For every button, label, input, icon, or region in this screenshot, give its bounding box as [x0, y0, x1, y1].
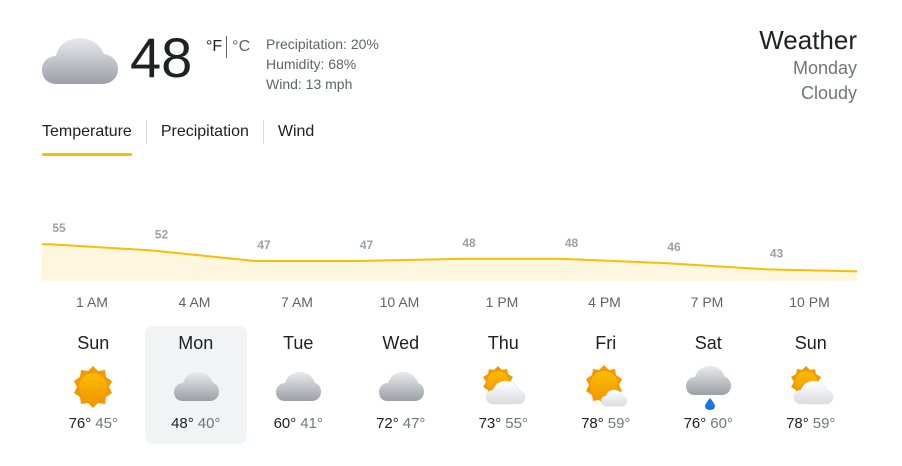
forecast-temps: 78° 59°	[760, 414, 863, 434]
temperature-point-label: 47	[360, 238, 374, 252]
tab-divider	[145, 120, 147, 144]
hour-label: 1 AM	[76, 294, 108, 310]
temperature-point-label: 52	[155, 228, 169, 242]
hour-label: 1 PM	[485, 294, 519, 310]
tab-temperature[interactable]: Temperature	[42, 118, 132, 156]
tab-divider	[262, 120, 264, 144]
forecast-temps: 76° 60°	[657, 414, 760, 434]
forecast-day-name: Wed	[382, 333, 420, 353]
chart-tabs: Temperature Precipitation Wind	[42, 118, 314, 156]
forecast-day-sat[interactable]: Sat 76° 60°	[657, 326, 760, 444]
high-temp: 48°	[171, 415, 194, 432]
hour-label: 10 AM	[379, 294, 420, 310]
current-weather-cloudy-icon	[42, 34, 118, 86]
weather-title: Weather	[759, 25, 857, 55]
forecast-day-name: Sat	[694, 333, 722, 353]
weather-details: Precipitation: 20% Humidity: 68% Wind: 1…	[266, 34, 379, 94]
low-temp: 47°	[402, 415, 426, 432]
hour-label: 4 AM	[178, 294, 211, 310]
forecast-day-wed[interactable]: Wed 72° 47°	[350, 326, 453, 444]
forecast-day-name: Sun	[77, 333, 110, 353]
unit-fahrenheit-button[interactable]: °F	[206, 38, 222, 56]
partly-cloudy-icon	[480, 364, 526, 410]
unit-switcher: °F °C	[206, 36, 250, 58]
low-temp: 55°	[505, 415, 528, 432]
high-temp: 73°	[478, 415, 502, 432]
forecast-day-name: Tue	[283, 333, 314, 353]
weather-day: Monday	[792, 58, 857, 78]
partly-cloudy-icon	[788, 364, 834, 410]
forecast-day-name: Sun	[794, 333, 827, 353]
cloudy-icon	[275, 364, 322, 410]
weather-condition: Cloudy	[800, 83, 857, 103]
high-temp: 76°	[683, 415, 707, 432]
mostly-sunny-icon	[583, 364, 629, 410]
hour-label: 7 PM	[690, 294, 724, 310]
unit-celsius-button[interactable]: °C	[232, 38, 250, 56]
temperature-point-label: 48	[462, 236, 476, 250]
forecast-temps: 73° 55°	[452, 414, 555, 434]
daily-forecast: Sun 76° 45° Mon 48° 40° Tue 60° 41° Wed 72° 47° Thu 7…	[42, 326, 862, 444]
tab-precipitation[interactable]: Precipitation	[161, 118, 249, 156]
forecast-day-fri[interactable]: Fri 78° 59°	[555, 326, 658, 444]
low-temp: 59°	[607, 415, 631, 432]
temperature-point-label: 47	[257, 238, 271, 252]
high-temp: 60°	[273, 415, 297, 432]
unit-divider	[226, 36, 228, 58]
forecast-temps: 48° 40°	[145, 414, 248, 434]
hour-axis: 1 AM 4 AM 7 AM 10 AM 1 PM 4 PM 7 PM 10 PM	[42, 294, 857, 314]
humidity-detail: Humidity: 68%	[266, 56, 357, 72]
rain-icon	[685, 364, 732, 410]
forecast-day-tue[interactable]: Tue 60° 41°	[247, 326, 350, 444]
wind-detail: Wind: 13 mph	[266, 76, 353, 92]
forecast-day-mon[interactable]: Mon 48° 40°	[144, 326, 248, 444]
low-temp: 60°	[710, 415, 733, 432]
high-temp: 78°	[581, 415, 604, 432]
temperature-point-label: 43	[770, 246, 784, 260]
forecast-temps: 60° 41°	[247, 414, 350, 434]
sunny-icon	[70, 364, 116, 410]
current-temperature: 48	[130, 26, 193, 89]
forecast-temps: 78° 59°	[555, 414, 658, 434]
high-temp: 78°	[786, 415, 809, 432]
low-temp: 41°	[300, 415, 323, 432]
temperature-point-label: 55	[52, 221, 66, 235]
cloudy-icon	[378, 364, 424, 410]
temperature-line	[42, 243, 858, 273]
temperature-point-label: 48	[565, 236, 579, 250]
temperature-area	[42, 244, 857, 281]
hour-label: 7 AM	[281, 294, 313, 310]
forecast-day-sun[interactable]: Sun 78° 59°	[760, 326, 863, 444]
forecast-day-name: Fri	[595, 333, 617, 353]
forecast-temps: 76° 45°	[42, 414, 145, 434]
high-temp: 72°	[376, 415, 399, 432]
temperature-point-label: 46	[667, 240, 681, 254]
hour-label: 10 PM	[789, 294, 830, 310]
precipitation-detail: Precipitation: 20%	[266, 36, 379, 52]
low-temp: 59°	[812, 415, 836, 432]
tab-wind[interactable]: Wind	[278, 118, 314, 156]
forecast-day-name: Thu	[487, 333, 519, 353]
cloudy-icon	[173, 364, 219, 410]
forecast-day-thu[interactable]: Thu 73° 55°	[452, 326, 555, 444]
hour-label: 4 PM	[588, 294, 621, 310]
forecast-day-name: Mon	[178, 333, 214, 353]
low-temp: 45°	[95, 415, 118, 432]
weather-header: Weather Monday Cloudy	[759, 24, 857, 106]
forecast-day-sun[interactable]: Sun 76° 45°	[42, 326, 145, 444]
forecast-temps: 72° 47°	[350, 414, 453, 434]
high-temp: 76°	[68, 415, 92, 432]
low-temp: 40°	[197, 415, 221, 432]
